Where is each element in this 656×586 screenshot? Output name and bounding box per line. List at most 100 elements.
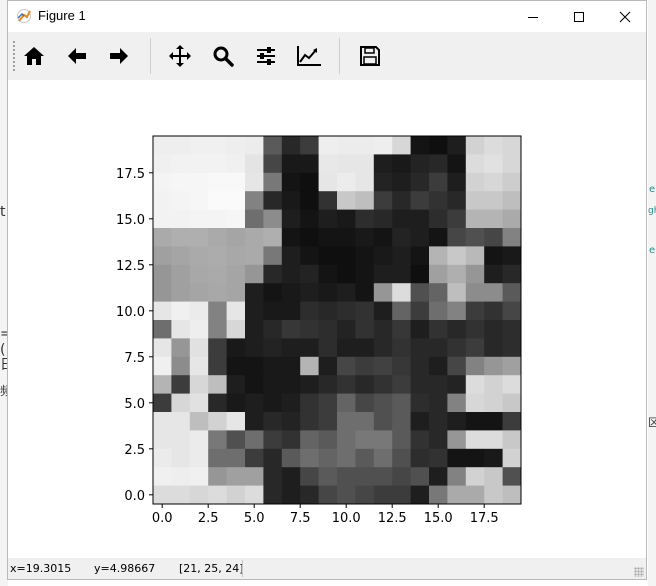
heatmap-cell	[355, 467, 375, 486]
zoom-button[interactable]	[208, 41, 238, 71]
heatmap-cell	[465, 356, 485, 376]
heatmap-cell	[153, 412, 172, 431]
heatmap-cell	[171, 209, 191, 229]
heatmap-cell	[447, 485, 467, 505]
title-bar[interactable]: Figure 1	[8, 1, 646, 32]
background-text: e	[649, 184, 656, 195]
save-button[interactable]	[355, 41, 385, 71]
background-text: e	[649, 245, 656, 256]
heatmap-cell	[318, 393, 338, 413]
heatmap-cell	[189, 154, 209, 174]
heatmap-cell	[447, 283, 467, 302]
heatmap-cell	[465, 393, 485, 413]
heatmap-cell	[189, 172, 209, 192]
heatmap-cell	[318, 283, 338, 302]
heatmap-cell	[465, 264, 485, 284]
heatmap-cell	[392, 412, 411, 431]
maximize-button[interactable]	[556, 1, 602, 32]
heatmap-cell	[171, 412, 191, 431]
heatmap-cell	[373, 430, 393, 450]
heatmap-cell	[245, 338, 264, 358]
heatmap-cell	[189, 136, 209, 155]
heatmap-cell	[429, 136, 448, 155]
heatmap-cell	[300, 154, 319, 174]
heatmap-cell	[189, 209, 209, 229]
heatmap-cell	[502, 172, 522, 192]
heatmap-cell	[226, 448, 246, 468]
home-button[interactable]	[19, 41, 49, 71]
heatmap-cell	[337, 375, 356, 394]
heatmap-cell	[226, 264, 246, 284]
heatmap-cell	[263, 264, 283, 284]
heatmap-cell	[171, 228, 191, 247]
heatmap-cell	[465, 430, 485, 450]
heatmap-cell	[447, 228, 467, 247]
heatmap-cell	[245, 228, 264, 247]
heatmap-cell	[355, 412, 375, 431]
heatmap-cell	[318, 467, 338, 486]
heatmap-cell	[318, 375, 338, 394]
heatmap-cell	[281, 246, 301, 266]
y-tick-label: 2.5	[124, 443, 145, 458]
home-icon	[24, 47, 44, 65]
heatmap-cell	[373, 448, 393, 468]
x-tick-label: 15.0	[424, 511, 453, 526]
heatmap-cell	[318, 246, 338, 266]
heatmap-cell	[410, 320, 430, 339]
toolbar-grip[interactable]	[12, 40, 16, 72]
heatmap-cell	[300, 393, 319, 413]
configure-subplots-button[interactable]	[251, 41, 281, 71]
heatmap-cell	[429, 209, 448, 229]
heatmap-cell	[318, 448, 338, 468]
heatmap-cell	[429, 485, 448, 505]
heatmap-cell	[153, 448, 172, 468]
heatmap-cell	[300, 485, 319, 505]
figure-canvas[interactable]: 0.0 2.5 5.0 7.5 10.0 12.5 15.0 17.5 0.0 2.5 5.0 7.5…	[8, 80, 646, 558]
heatmap-cell	[226, 172, 246, 192]
heatmap-cell	[337, 448, 356, 468]
heatmap-cell	[502, 412, 522, 431]
heatmap-cell	[502, 136, 522, 155]
heatmap-cell	[373, 412, 393, 431]
heatmap-cell	[447, 320, 467, 339]
back-button[interactable]	[62, 41, 92, 71]
heatmap-cell	[337, 264, 356, 284]
minimize-button[interactable]	[510, 1, 556, 32]
resize-grip[interactable]	[634, 567, 644, 577]
heatmap-cell	[465, 154, 485, 174]
window-title: Figure 1	[38, 8, 86, 23]
heatmap-cell	[429, 356, 448, 376]
heatmap-cell	[429, 246, 448, 266]
heatmap-cell	[410, 338, 430, 358]
pan-button[interactable]	[165, 41, 195, 71]
heatmap-cell	[502, 356, 522, 376]
x-tick-label: 7.5	[290, 511, 311, 526]
heatmap-cell	[226, 191, 246, 210]
heatmap-cell	[373, 485, 393, 505]
heatmap-cell	[318, 301, 338, 321]
heatmap-cell	[153, 301, 172, 321]
pan-move-icon	[169, 45, 191, 67]
edit-axis-button[interactable]	[294, 41, 324, 71]
heatmap-cell	[153, 393, 172, 413]
close-button[interactable]	[602, 1, 648, 32]
x-tick-label: 12.5	[378, 511, 407, 526]
heatmap-cell	[171, 136, 191, 155]
heatmap-cell	[263, 228, 283, 247]
heatmap-cell	[208, 228, 227, 247]
heatmap-cell	[226, 136, 246, 155]
heatmap-cell	[153, 320, 172, 339]
heatmap-cell	[410, 356, 430, 376]
forward-button[interactable]	[104, 41, 134, 71]
heatmap-cell	[245, 301, 264, 321]
heatmap-cell	[226, 283, 246, 302]
heatmap-cell	[373, 467, 393, 486]
heatmap-cell	[318, 320, 338, 339]
heatmap-cell	[263, 467, 283, 486]
heatmap-cell	[502, 283, 522, 302]
toolbar-separator	[339, 38, 340, 74]
heatmap-cell	[300, 430, 319, 450]
heatmap-plot[interactable]: 0.0 2.5 5.0 7.5 10.0 12.5 15.0 17.5 0.0 2.5 5.0 7.5…	[8, 80, 646, 558]
heatmap-cell	[300, 320, 319, 339]
heatmap-cell	[189, 430, 209, 450]
